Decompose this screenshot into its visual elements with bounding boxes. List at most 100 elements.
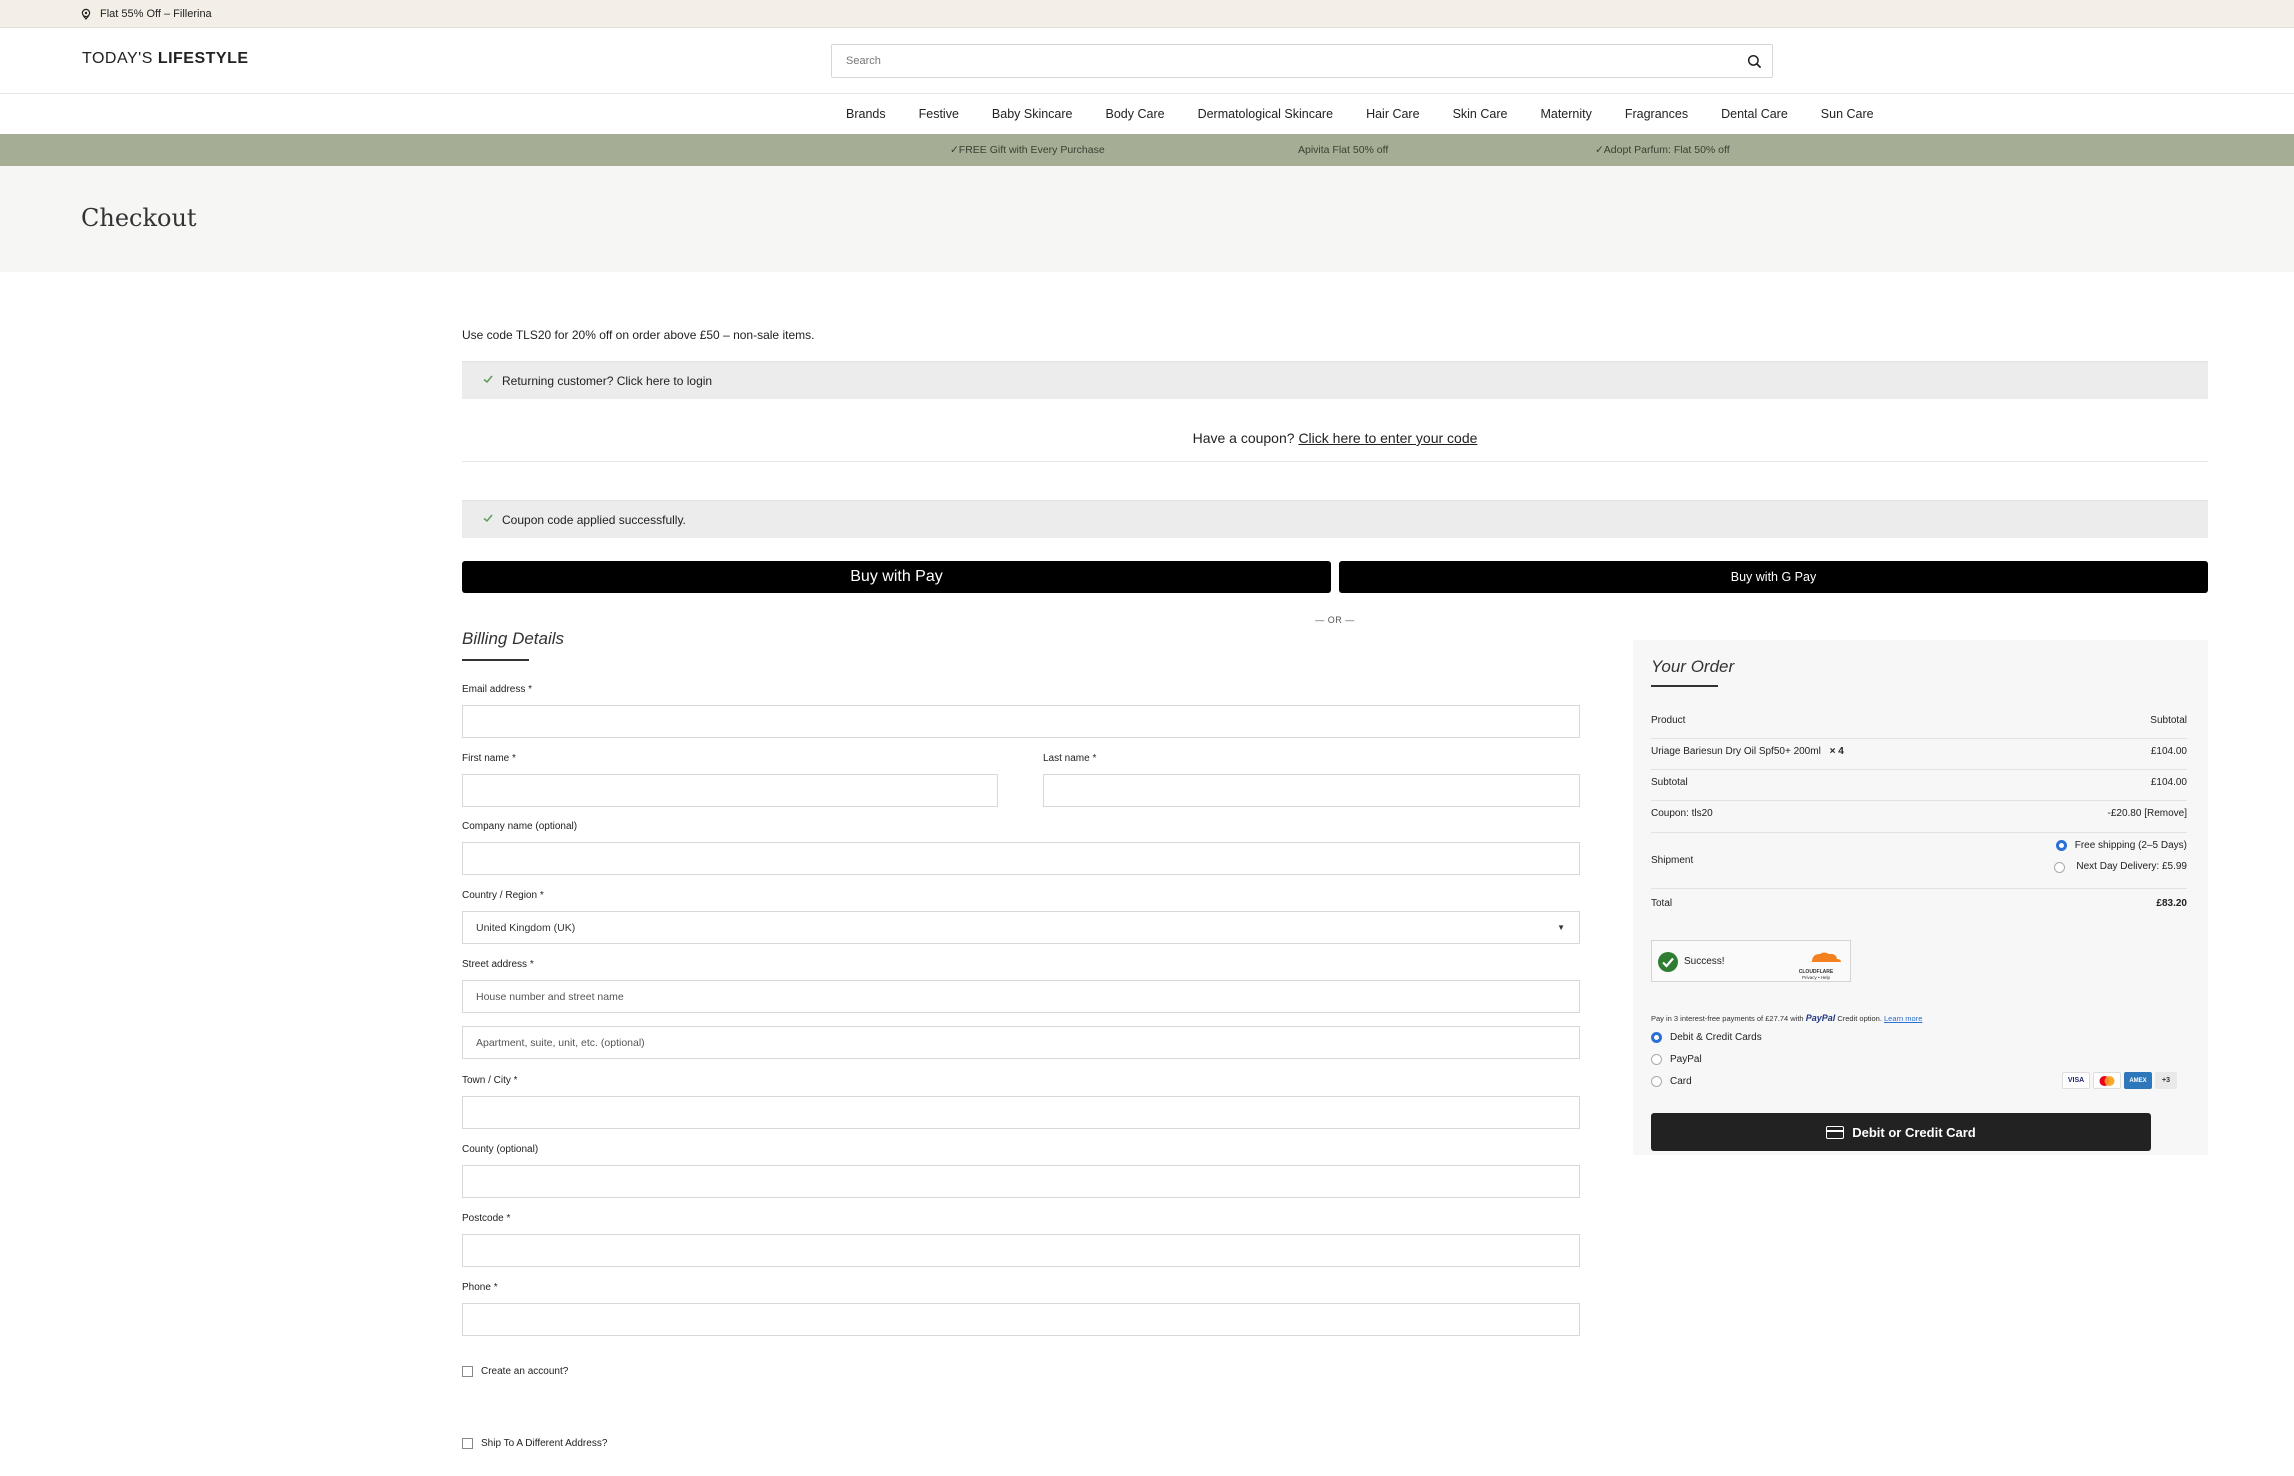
mastercard-icon	[2093, 1072, 2121, 1089]
logo-light: TODAY'S	[82, 50, 158, 67]
nav-item-skin-care[interactable]: Skin Care	[1453, 107, 1508, 121]
postcode-label: Postcode *	[462, 1213, 511, 1224]
top-promo-bar: Flat 55% Off – Fillerina	[0, 0, 2294, 28]
street-address-2-placeholder: Apartment, suite, unit, etc. (optional)	[476, 1036, 645, 1049]
nav-item-maternity[interactable]: Maternity	[1540, 107, 1591, 121]
nav-item-baby-skincare[interactable]: Baby Skincare	[992, 107, 1073, 121]
page-title-band: Checkout	[0, 166, 2294, 272]
company-label: Company name (optional)	[462, 821, 578, 832]
product-header: Product	[1651, 715, 1686, 726]
order-item-price: £104.00	[2150, 746, 2187, 757]
search-icon[interactable]	[1747, 54, 1762, 69]
street-address-1-field[interactable]: House number and street name	[462, 980, 1580, 1013]
chevron-down-icon: ▼	[1557, 923, 1565, 932]
offer-free-gift[interactable]: ✓FREE Gift with Every Purchase	[950, 134, 1105, 166]
offer-apivita[interactable]: Apivita Flat 50% off	[1298, 134, 1388, 166]
top-promo[interactable]: Flat 55% Off – Fillerina	[80, 0, 212, 28]
order-item-qty: × 4	[1829, 746, 1844, 757]
email-field[interactable]	[462, 705, 1580, 738]
paypal-credit: Credit option.	[1837, 1014, 1882, 1023]
search-input[interactable]	[832, 45, 1712, 77]
offer-adopt-parfum[interactable]: ✓Adopt Parfum: Flat 50% off	[1595, 134, 1730, 166]
phone-field[interactable]	[462, 1303, 1580, 1336]
shipping-free-label[interactable]: Free shipping (2–5 Days)	[2075, 840, 2187, 851]
main-nav: Brands Festive Baby Skincare Body Care D…	[0, 94, 2294, 134]
paypal-learn-more-link[interactable]: Learn more	[1884, 1014, 1922, 1023]
amex-icon: AMEX	[2124, 1072, 2152, 1089]
apple-pay-button[interactable]: Buy with Pay	[462, 561, 1331, 593]
shipping-nextday-label[interactable]: Next Day Delivery: £5.99	[2075, 861, 2187, 872]
shipping-nextday-radio[interactable]	[2054, 862, 2065, 873]
nav-item-festive[interactable]: Festive	[919, 107, 959, 121]
google-pay-button[interactable]: Buy with G Pay	[1339, 561, 2208, 593]
visa-icon: VISA	[2062, 1072, 2090, 1089]
success-check-icon	[1658, 952, 1678, 972]
pm-paypal-label[interactable]: PayPal	[1670, 1054, 1702, 1065]
card-brand-icons: VISA AMEX +3	[2062, 1072, 2177, 1089]
coupon-prompt-text: Have a coupon?	[1192, 430, 1295, 446]
coupon-prompt: Have a coupon? Click here to enter your …	[462, 424, 2208, 462]
first-name-field[interactable]	[462, 774, 998, 807]
billing-title-underline	[462, 659, 529, 661]
pm-debit-credit-label[interactable]: Debit & Credit Cards	[1670, 1032, 1762, 1043]
enter-coupon-link[interactable]: Click here to enter your code	[1298, 430, 1477, 446]
offers-bar: ✓FREE Gift with Every Purchase Apivita F…	[0, 134, 2294, 166]
town-field[interactable]	[462, 1096, 1580, 1129]
paypal-text: Pay in 3 interest-free payments of £27.7…	[1651, 1014, 1804, 1023]
more-cards-badge: +3	[2155, 1072, 2177, 1089]
order-title-underline	[1651, 685, 1718, 687]
nav-item-brands[interactable]: Brands	[846, 107, 886, 121]
company-field[interactable]	[462, 842, 1580, 875]
site-logo[interactable]: TODAY'S LIFESTYLE	[82, 50, 249, 68]
returning-customer-notice[interactable]: Returning customer? Click here to login	[462, 361, 2208, 399]
search-bar	[831, 44, 1773, 78]
site-header: TODAY'S LIFESTYLE	[0, 28, 2294, 94]
pm-paypal-radio[interactable]	[1651, 1054, 1662, 1065]
nav-item-body-care[interactable]: Body Care	[1106, 107, 1165, 121]
shipping-free-radio[interactable]	[2056, 840, 2067, 851]
top-promo-text: Flat 55% Off – Fillerina	[100, 8, 212, 20]
email-label: Email address *	[462, 684, 533, 695]
check-icon	[483, 375, 493, 384]
nav-item-sun-care[interactable]: Sun Care	[1821, 107, 1874, 121]
last-name-label: Last name *	[1043, 753, 1097, 764]
captcha-widget[interactable]: Success! CLOUDFLARE Privacy • Help	[1651, 940, 1851, 982]
subtotal-row: Subtotal £104.00	[1651, 777, 2187, 801]
billing-title: Billing Details	[462, 629, 565, 648]
county-field[interactable]	[462, 1165, 1580, 1198]
pay-debit-credit-button[interactable]: Debit or Credit Card	[1651, 1113, 2151, 1151]
country-value: United Kingdom (UK)	[476, 921, 576, 934]
pm-card-radio[interactable]	[1651, 1076, 1662, 1087]
order-summary: Your Order Product Subtotal Uriage Barie…	[1633, 640, 2208, 1155]
check-icon	[483, 514, 493, 523]
postcode-field[interactable]	[462, 1234, 1580, 1267]
pay-button-label: Debit or Credit Card	[1852, 1124, 1976, 1140]
country-select[interactable]: United Kingdom (UK) ▼	[462, 911, 1580, 944]
pm-card-label[interactable]: Card	[1670, 1076, 1692, 1087]
country-label: Country / Region *	[462, 890, 544, 901]
order-title: Your Order	[1651, 657, 1735, 676]
google-pay-label: Buy with G Pay	[1730, 570, 1817, 584]
returning-customer-text: Returning customer? Click here to login	[502, 374, 713, 388]
ship-different-label[interactable]: Ship To A Different Address?	[481, 1438, 607, 1449]
apple-pay-label: Buy with Pay	[850, 568, 943, 585]
subtotal-value: £104.00	[2150, 777, 2187, 788]
paypal-pay-in-3: Pay in 3 interest-free payments of £27.7…	[1651, 1013, 1922, 1023]
nav-item-fragrances[interactable]: Fragrances	[1625, 107, 1688, 121]
create-account-label[interactable]: Create an account?	[481, 1366, 568, 1377]
street-address-2-field[interactable]: Apartment, suite, unit, etc. (optional)	[462, 1026, 1580, 1059]
pm-debit-credit-radio[interactable]	[1651, 1032, 1662, 1043]
phone-label: Phone *	[462, 1282, 498, 1293]
location-pin-icon	[81, 8, 91, 20]
nav-item-dermatological-skincare[interactable]: Dermatological Skincare	[1198, 107, 1333, 121]
logo-bold: LIFESTYLE	[157, 50, 249, 67]
ship-different-checkbox[interactable]	[462, 1438, 473, 1449]
nav-item-hair-care[interactable]: Hair Care	[1366, 107, 1420, 121]
create-account-checkbox[interactable]	[462, 1366, 473, 1377]
captcha-links[interactable]: Privacy • Help	[1790, 975, 1842, 980]
subtotal-label: Subtotal	[1651, 777, 1688, 788]
nav-item-dental-care[interactable]: Dental Care	[1721, 107, 1788, 121]
remove-coupon-link[interactable]: -£20.80 [Remove]	[2108, 808, 2188, 819]
last-name-field[interactable]	[1043, 774, 1580, 807]
street-label: Street address *	[462, 959, 534, 970]
